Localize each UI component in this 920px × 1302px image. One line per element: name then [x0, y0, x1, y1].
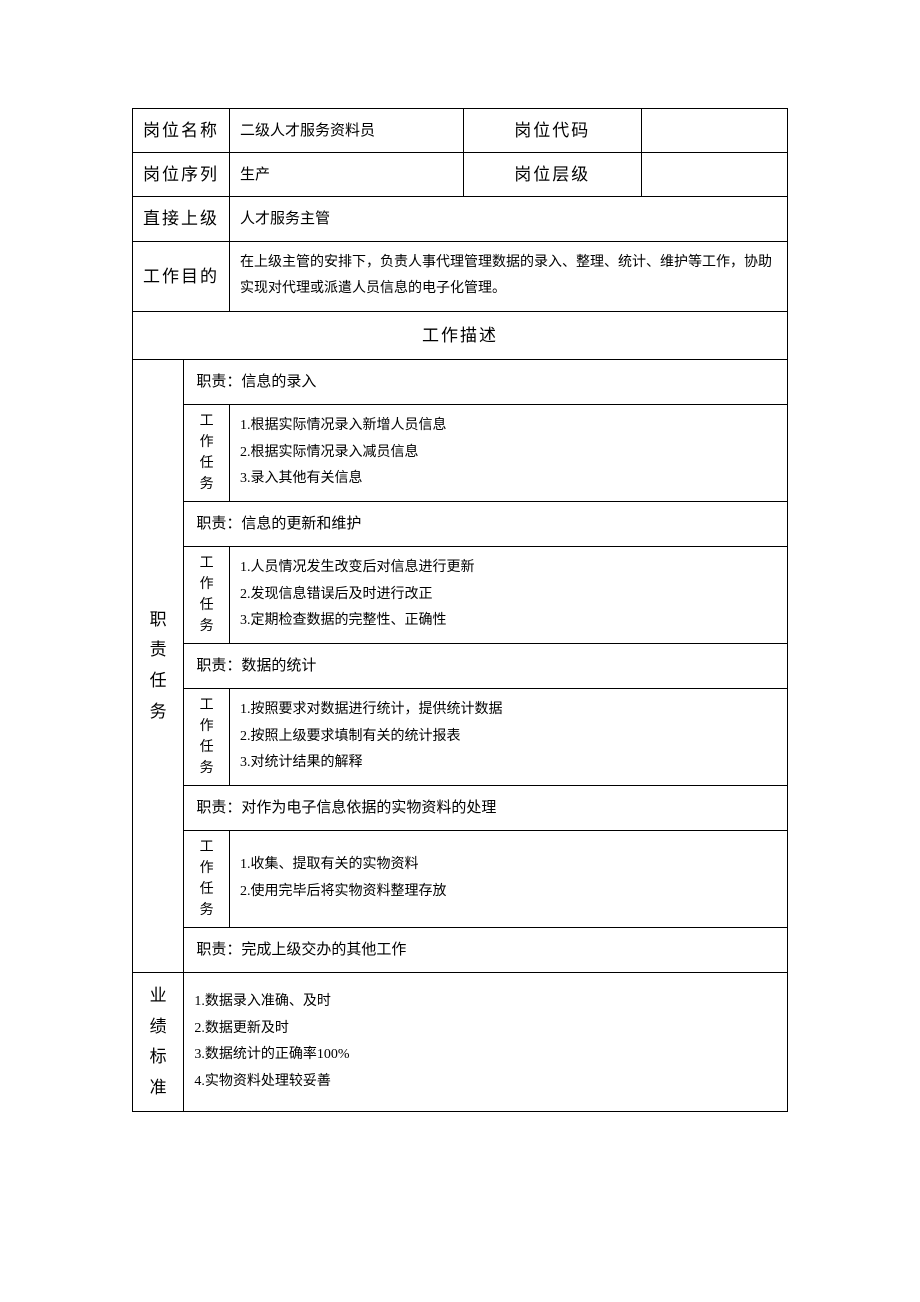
task-content-2: 1.按照要求对数据进行统计，提供统计数据2.按照上级要求填制有关的统计报表3.对… — [230, 688, 788, 785]
standards-content: 1.数据录入准确、及时2.数据更新及时3.数据统计的正确率100%4.实物资料处… — [184, 972, 788, 1111]
work-purpose-value: 在上级主管的安排下，负责人事代理管理数据的录入、整理、统计、维护等工作，协助实现… — [230, 241, 788, 311]
standards-sidebar-label: 业 绩 标 准 — [133, 972, 184, 1111]
work-description-title: 工作描述 — [133, 311, 788, 359]
position-series-label: 岗位序列 — [133, 153, 230, 197]
duty-title-0: 职责：信息的录入 — [184, 359, 788, 404]
task-content-1: 1.人员情况发生改变后对信息进行更新2.发现信息错误后及时进行改正3.定期检查数… — [230, 546, 788, 643]
position-level-label: 岗位层级 — [463, 153, 641, 197]
task-label-0: 工作任务 — [184, 404, 230, 501]
duty-title-2: 职责：数据的统计 — [184, 643, 788, 688]
task-content-0: 1.根据实际情况录入新增人员信息2.根据实际情况录入减员信息3.录入其他有关信息 — [230, 404, 788, 501]
duty-title-3: 职责：对作为电子信息依据的实物资料的处理 — [184, 785, 788, 830]
direct-superior-label: 直接上级 — [133, 197, 230, 241]
task-label-2: 工作任务 — [184, 688, 230, 785]
position-code-value — [641, 109, 787, 153]
job-description-table: 岗位名称 二级人才服务资料员 岗位代码 岗位序列 生产 岗位层级 直接上级 人才… — [132, 108, 788, 1112]
duties-sidebar-label: 职 责 任 务 — [133, 359, 184, 972]
task-label-3: 工作任务 — [184, 830, 230, 927]
position-code-label: 岗位代码 — [463, 109, 641, 153]
task-content-3: 1.收集、提取有关的实物资料2.使用完毕后将实物资料整理存放 — [230, 830, 788, 927]
duty-title-4: 职责：完成上级交办的其他工作 — [184, 927, 788, 972]
work-purpose-label: 工作目的 — [133, 241, 230, 311]
position-series-value: 生产 — [230, 153, 464, 197]
task-label-1: 工作任务 — [184, 546, 230, 643]
duty-title-1: 职责：信息的更新和维护 — [184, 501, 788, 546]
direct-superior-value: 人才服务主管 — [230, 197, 788, 241]
position-level-value — [641, 153, 787, 197]
position-name-value: 二级人才服务资料员 — [230, 109, 464, 153]
position-name-label: 岗位名称 — [133, 109, 230, 153]
